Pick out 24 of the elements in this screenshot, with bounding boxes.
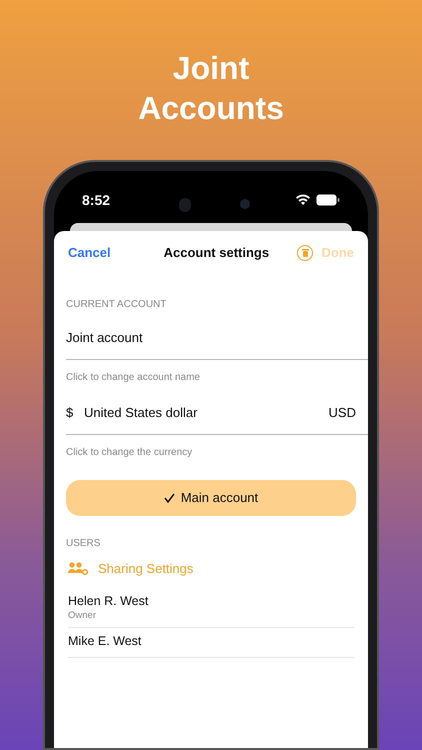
- users-icon: [68, 562, 88, 575]
- currency-field[interactable]: $ United States dollar USD: [66, 403, 368, 434]
- user-name: Mike E. West: [68, 632, 142, 650]
- account-name-field[interactable]: Joint account: [66, 326, 368, 360]
- field-hint: Click to change account name: [66, 371, 201, 385]
- sheet-title: Account settings: [164, 244, 270, 262]
- battery-icon: [316, 194, 340, 206]
- user-role: Owner: [68, 610, 97, 621]
- headline: Joint Accounts: [137, 49, 285, 128]
- section-header: CURRENT ACCOUNT: [66, 298, 168, 312]
- user-row[interactable]: Mike E. West: [68, 628, 354, 658]
- trash-icon: [302, 249, 309, 257]
- camera-icon: [240, 199, 250, 209]
- delete-button[interactable]: [297, 245, 314, 261]
- user-row[interactable]: Helen R. West Owner: [68, 588, 354, 628]
- camera-icon: [179, 198, 191, 212]
- main-account-button[interactable]: Main account: [66, 480, 356, 516]
- status-time: 8:52: [82, 190, 112, 210]
- user-name: Helen R. West: [68, 593, 150, 610]
- cancel-button[interactable]: Cancel: [68, 243, 111, 263]
- checkmark-icon: [164, 492, 175, 502]
- field-hint: Click to change the currency: [66, 446, 194, 460]
- wifi-icon: [295, 194, 311, 206]
- section-header: USERS: [66, 536, 102, 550]
